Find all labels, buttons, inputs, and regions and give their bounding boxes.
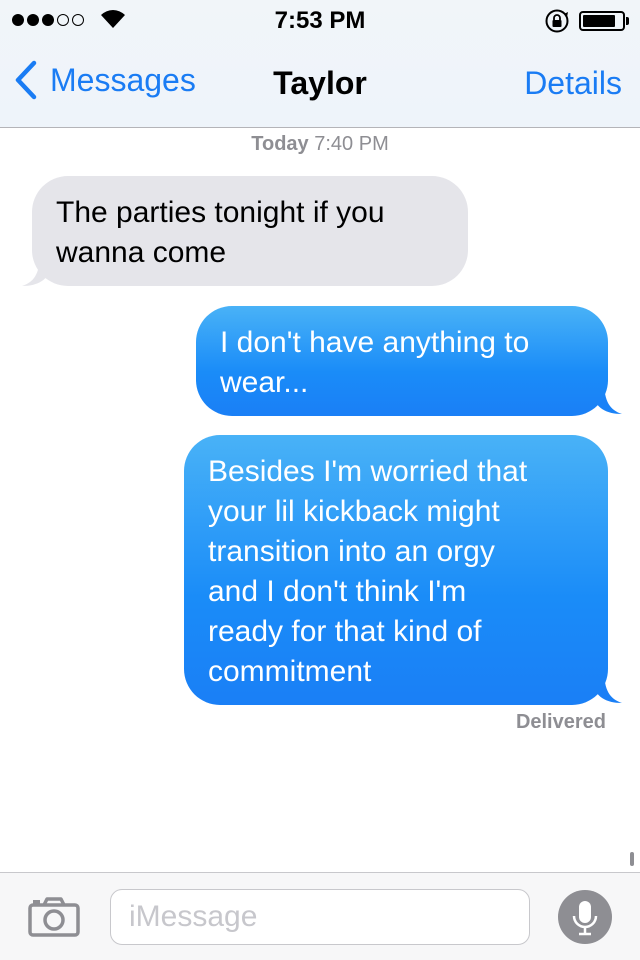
message-bubble-incoming[interactable]: The parties tonight if you wanna come (32, 176, 468, 286)
message-bubble-outgoing[interactable]: I don't have anything to wear... (196, 306, 608, 416)
message-bubble-outgoing[interactable]: Besides I'm worried that your lil kickba… (184, 435, 608, 705)
camera-icon[interactable] (28, 897, 80, 937)
message-line: ready for that kind of (208, 615, 482, 648)
battery-tip (626, 17, 629, 25)
status-bar: 7:53 PM (0, 0, 640, 40)
message-line: your lil kickback might (208, 495, 500, 528)
message-line: wear... (220, 366, 309, 399)
message-input-bar: iMessage (0, 872, 640, 960)
navigation-bar: Messages Taylor Details (0, 40, 640, 128)
battery-level (583, 15, 615, 27)
rotation-lock-icon (545, 9, 569, 33)
message-line: The parties tonight if you (56, 196, 385, 229)
timestamp-time: 7:40 PM (314, 133, 389, 155)
message-line: transition into an orgy (208, 535, 495, 568)
microphone-button[interactable] (558, 890, 612, 944)
back-label: Messages (50, 61, 196, 98)
message-line: Besides I'm worried that (208, 455, 528, 488)
timestamp-day: Today (251, 133, 309, 155)
message-line: I don't have anything to (220, 326, 530, 359)
delivery-status: Delivered (515, 711, 606, 733)
microphone-icon (572, 901, 598, 936)
conversation-timestamp: Today 7:40 PM (0, 133, 640, 156)
back-button[interactable]: Messages (14, 60, 196, 100)
header-area: 7:53 PM Messages Taylor Details (0, 0, 640, 128)
message-input[interactable]: iMessage (110, 889, 530, 945)
scrollbar[interactable] (630, 852, 634, 866)
chevron-left-icon (15, 60, 37, 100)
message-line: commitment (208, 655, 372, 688)
message-line: wanna come (56, 236, 227, 269)
details-button[interactable]: Details (524, 65, 622, 102)
battery-icon (579, 11, 625, 31)
message-line: and I don't think I'm (208, 575, 467, 608)
